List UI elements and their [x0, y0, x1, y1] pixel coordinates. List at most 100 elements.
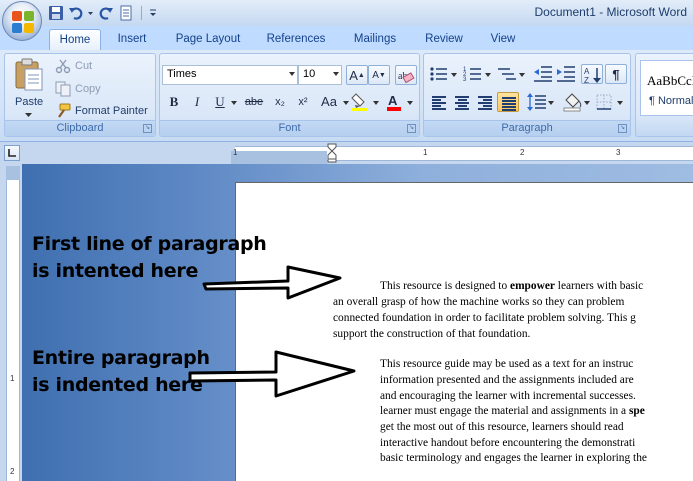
bold-button[interactable]: B [163, 92, 185, 112]
sort-button[interactable]: AZ [581, 64, 603, 85]
shading-button[interactable] [562, 92, 584, 112]
decrease-indent-button[interactable] [532, 64, 554, 84]
font-family-value: Times [167, 68, 197, 80]
style-normal-tile[interactable]: AaBbCcI ¶ Normal [640, 60, 693, 116]
paste-label: Paste [15, 96, 44, 108]
svg-text:3: 3 [463, 77, 467, 83]
font-family-combo[interactable]: Times [162, 65, 298, 85]
borders-dropdown-icon[interactable] [617, 100, 624, 106]
tab-review[interactable]: Review [416, 29, 472, 50]
change-case-button[interactable]: Aa [316, 92, 342, 112]
ruler-mark: 1 [423, 148, 428, 157]
numbering-icon: 123 [463, 67, 481, 83]
clipboard-launcher-icon[interactable]: ↘ [143, 124, 152, 133]
clipboard-group-label: Clipboard [5, 120, 155, 136]
tab-references[interactable]: References [258, 29, 334, 50]
align-left-icon [432, 96, 446, 110]
bullets-dropdown-icon[interactable] [451, 72, 458, 78]
align-left-button[interactable] [428, 92, 450, 112]
decrease-indent-icon [534, 66, 552, 82]
underline-dropdown-icon[interactable] [231, 100, 238, 106]
strikethrough-button[interactable]: abe [243, 92, 265, 112]
style-normal-label: ¶ Normal [649, 95, 693, 107]
paragraph-launcher-icon[interactable]: ↘ [618, 124, 627, 133]
tab-insert[interactable]: Insert [109, 29, 155, 50]
highlight-button[interactable] [350, 92, 372, 112]
multilevel-list-button[interactable] [496, 64, 518, 84]
change-case-dropdown-icon[interactable] [343, 100, 350, 106]
save-icon[interactable] [48, 5, 64, 21]
paste-icon [15, 58, 43, 91]
superscript-button[interactable]: x² [292, 92, 314, 112]
font-launcher-icon[interactable]: ↘ [407, 124, 416, 133]
tab-home[interactable]: Home [49, 29, 101, 50]
clear-formatting-icon: ab [398, 71, 415, 84]
para2-line4: learner must engage the material and ass… [380, 405, 645, 417]
clear-formatting-button[interactable]: ab [395, 65, 417, 85]
font-size-value: 10 [303, 68, 316, 80]
align-right-button[interactable] [474, 92, 496, 112]
styles-group: AaBbCcI ¶ Normal [635, 53, 693, 137]
show-formatting-marks-button[interactable]: ¶ [605, 64, 627, 84]
redo-icon[interactable] [98, 5, 114, 21]
customize-qat-icon[interactable] [149, 5, 157, 21]
align-right-icon [478, 96, 492, 110]
paste-button[interactable]: Paste [9, 56, 49, 118]
subscript-button[interactable]: x₂ [269, 92, 291, 112]
highlight-dropdown-icon[interactable] [373, 100, 380, 106]
font-color-dropdown-icon[interactable] [407, 100, 414, 106]
vruler-mark: 2 [10, 467, 15, 476]
bullets-button[interactable] [428, 64, 450, 84]
numbering-dropdown-icon[interactable] [485, 72, 492, 78]
grow-font-button[interactable]: A▲ [346, 65, 368, 85]
increase-indent-button[interactable] [555, 64, 577, 84]
clipboard-group: Paste Cut Copy Format Painter Clipboard … [4, 53, 156, 137]
underline-button[interactable]: U [209, 92, 231, 112]
font-color-button[interactable]: A [384, 92, 406, 112]
first-line-indent-marker-icon[interactable] [327, 143, 337, 163]
multilevel-dropdown-icon[interactable] [519, 72, 526, 78]
para2-line2: information presented and the assignment… [380, 374, 634, 386]
paint-bucket-icon [563, 93, 582, 112]
justify-button[interactable] [497, 92, 519, 112]
paintbrush-icon [55, 103, 71, 119]
undo-dropdown-icon[interactable] [88, 5, 94, 21]
format-painter-button[interactable]: Format Painter [55, 101, 148, 121]
sort-icon: AZ [584, 67, 601, 85]
vruler-mark: 1 [10, 374, 15, 383]
font-color-swatch [387, 107, 401, 111]
borders-button[interactable] [594, 92, 616, 112]
font-size-combo[interactable]: 10 [298, 65, 342, 85]
font-group-label: Font [160, 120, 419, 136]
grow-font-arrow-icon: ▲ [357, 72, 365, 79]
horizontal-ruler[interactable]: 1 1 2 3 [231, 146, 693, 166]
shrink-font-button[interactable]: A▼ [368, 65, 390, 85]
font-group: Times 10 A▲ A▼ ab B I U abe x₂ x² Aa A F… [159, 53, 420, 137]
tab-view[interactable]: View [480, 29, 526, 50]
format-painter-label: Format Painter [75, 105, 148, 117]
tab-selector-button[interactable] [4, 145, 20, 161]
para1-line1: This resource is designed to empower lea… [380, 280, 644, 292]
highlighter-icon [351, 93, 368, 111]
tab-mailings[interactable]: Mailings [343, 29, 407, 50]
align-center-button[interactable] [451, 92, 473, 112]
cut-button[interactable]: Cut [55, 56, 92, 76]
svg-text:A: A [388, 93, 398, 108]
bullets-icon [430, 67, 447, 81]
numbering-button[interactable]: 123 [462, 64, 484, 84]
svg-text:Z: Z [584, 76, 589, 85]
multilevel-list-icon [498, 68, 516, 80]
document-icon[interactable] [118, 5, 134, 21]
vertical-ruler-margin [6, 166, 20, 180]
office-button[interactable] [2, 1, 42, 41]
line-spacing-dropdown-icon[interactable] [548, 100, 555, 106]
italic-button[interactable]: I [186, 92, 208, 112]
line-spacing-button[interactable] [526, 92, 548, 112]
vertical-ruler[interactable]: 1 2 [6, 180, 20, 481]
para2-line5: get the most out of this resource, learn… [380, 421, 624, 433]
undo-icon[interactable] [68, 5, 84, 21]
ruler-mark: 1 [233, 148, 238, 157]
copy-button[interactable]: Copy [55, 79, 101, 99]
tab-page-layout[interactable]: Page Layout [168, 29, 248, 50]
shading-dropdown-icon[interactable] [584, 100, 591, 106]
